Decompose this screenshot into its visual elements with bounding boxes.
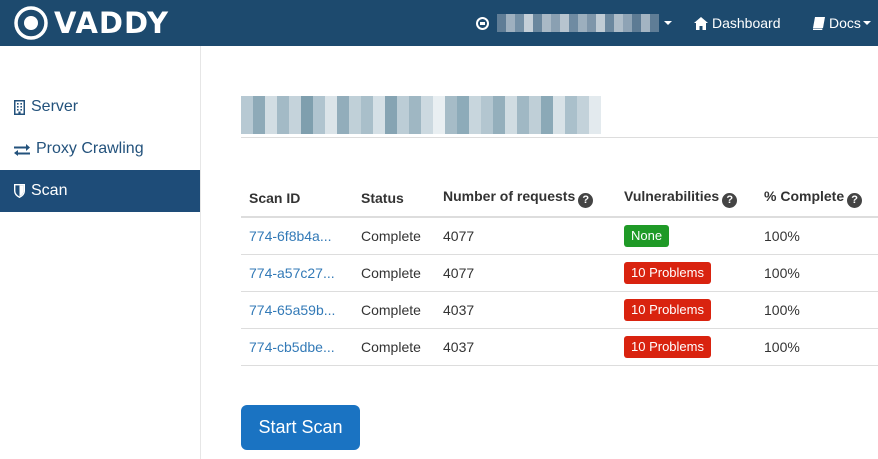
- scan-requests: 4077: [435, 217, 616, 255]
- scan-id-link[interactable]: 774-cb5dbe...: [241, 328, 353, 366]
- scan-status: Complete: [353, 328, 435, 366]
- nav-docs-menu[interactable]: Docs: [813, 0, 871, 46]
- header-number-of-requests: Number of requests?: [435, 180, 616, 218]
- title-divider: [241, 137, 878, 138]
- chevron-down-icon: [664, 21, 672, 25]
- redacted-username: [497, 14, 659, 32]
- header-scan-id: Scan ID: [241, 180, 353, 218]
- nav-dashboard-label: Dashboard: [712, 15, 781, 31]
- question-circle-icon[interactable]: ?: [722, 193, 738, 208]
- scan-complete: 100%: [756, 291, 878, 329]
- scan-id-link[interactable]: 774-6f8b4a...: [241, 217, 353, 255]
- scan-id-link[interactable]: 774-a57c27...: [241, 254, 353, 292]
- chevron-down-icon: [862, 21, 871, 25]
- building-icon: [14, 99, 25, 115]
- book-icon: [813, 16, 825, 30]
- scan-complete: 100%: [756, 328, 878, 366]
- exchange-icon: [14, 143, 30, 156]
- start-scan-button[interactable]: Start Scan: [241, 405, 360, 450]
- scan-requests: 4037: [435, 328, 616, 366]
- sign-in-icon: [476, 16, 489, 30]
- sidebar-item-label: Server: [31, 98, 79, 115]
- sidebar-item-label: Proxy Crawling: [36, 140, 144, 157]
- sidebar-item-server[interactable]: Server: [0, 86, 200, 128]
- scan-status: Complete: [353, 217, 435, 255]
- nav-dashboard-link[interactable]: Dashboard: [694, 0, 781, 46]
- scan-vulnerabilities: 10 Problems: [616, 254, 756, 292]
- vulnerability-badge: 10 Problems: [624, 335, 711, 358]
- scan-requests: 4037: [435, 291, 616, 329]
- vaddy-logo[interactable]: VADDY: [14, 4, 169, 42]
- scan-vulnerabilities: None: [616, 217, 756, 255]
- scan-vulnerabilities: 10 Problems: [616, 291, 756, 329]
- scan-status: Complete: [353, 254, 435, 292]
- vulnerability-badge: 10 Problems: [624, 261, 711, 284]
- header-status: Status: [353, 180, 435, 218]
- top-navbar: VADDY Dashboard Docs: [0, 0, 878, 46]
- table-row: 774-6f8b4a... Complete 4077 None 100%: [241, 217, 878, 255]
- scan-vulnerabilities: 10 Problems: [616, 328, 756, 366]
- scan-complete: 100%: [756, 217, 878, 255]
- page-title-redacted: [241, 96, 601, 134]
- scan-id-link[interactable]: 774-65a59b...: [241, 291, 353, 329]
- scan-table: Scan ID Status Number of requests? Vulne…: [241, 180, 878, 366]
- table-row: 774-65a59b... Complete 4037 10 Problems …: [241, 291, 878, 329]
- vaddy-logo-icon: [14, 6, 48, 40]
- sidebar-item-label: Scan: [31, 182, 68, 199]
- vulnerability-badge: 10 Problems: [624, 298, 711, 321]
- logo-text: VADDY: [54, 6, 169, 40]
- scan-complete: 100%: [756, 254, 878, 292]
- scan-requests: 4077: [435, 254, 616, 292]
- table-row: 774-a57c27... Complete 4077 10 Problems …: [241, 254, 878, 292]
- user-menu[interactable]: [476, 0, 672, 46]
- sidebar-item-scan[interactable]: Scan: [0, 170, 200, 212]
- table-row: 774-cb5dbe... Complete 4037 10 Problems …: [241, 328, 878, 366]
- question-circle-icon[interactable]: ?: [578, 193, 594, 208]
- nav-docs-label: Docs: [829, 15, 861, 31]
- home-icon: [694, 16, 708, 30]
- sidebar-item-proxy-crawling[interactable]: Proxy Crawling: [0, 128, 200, 170]
- header-vulnerabilities: Vulnerabilities?: [616, 180, 756, 218]
- shield-icon: [14, 184, 25, 198]
- sidebar: Server Proxy Crawling Scan: [0, 46, 201, 459]
- header-percent-complete: % Complete?: [756, 180, 878, 218]
- question-circle-icon[interactable]: ?: [847, 193, 863, 208]
- scan-status: Complete: [353, 291, 435, 329]
- vulnerability-badge: None: [624, 224, 670, 247]
- table-header-row: Scan ID Status Number of requests? Vulne…: [241, 180, 878, 218]
